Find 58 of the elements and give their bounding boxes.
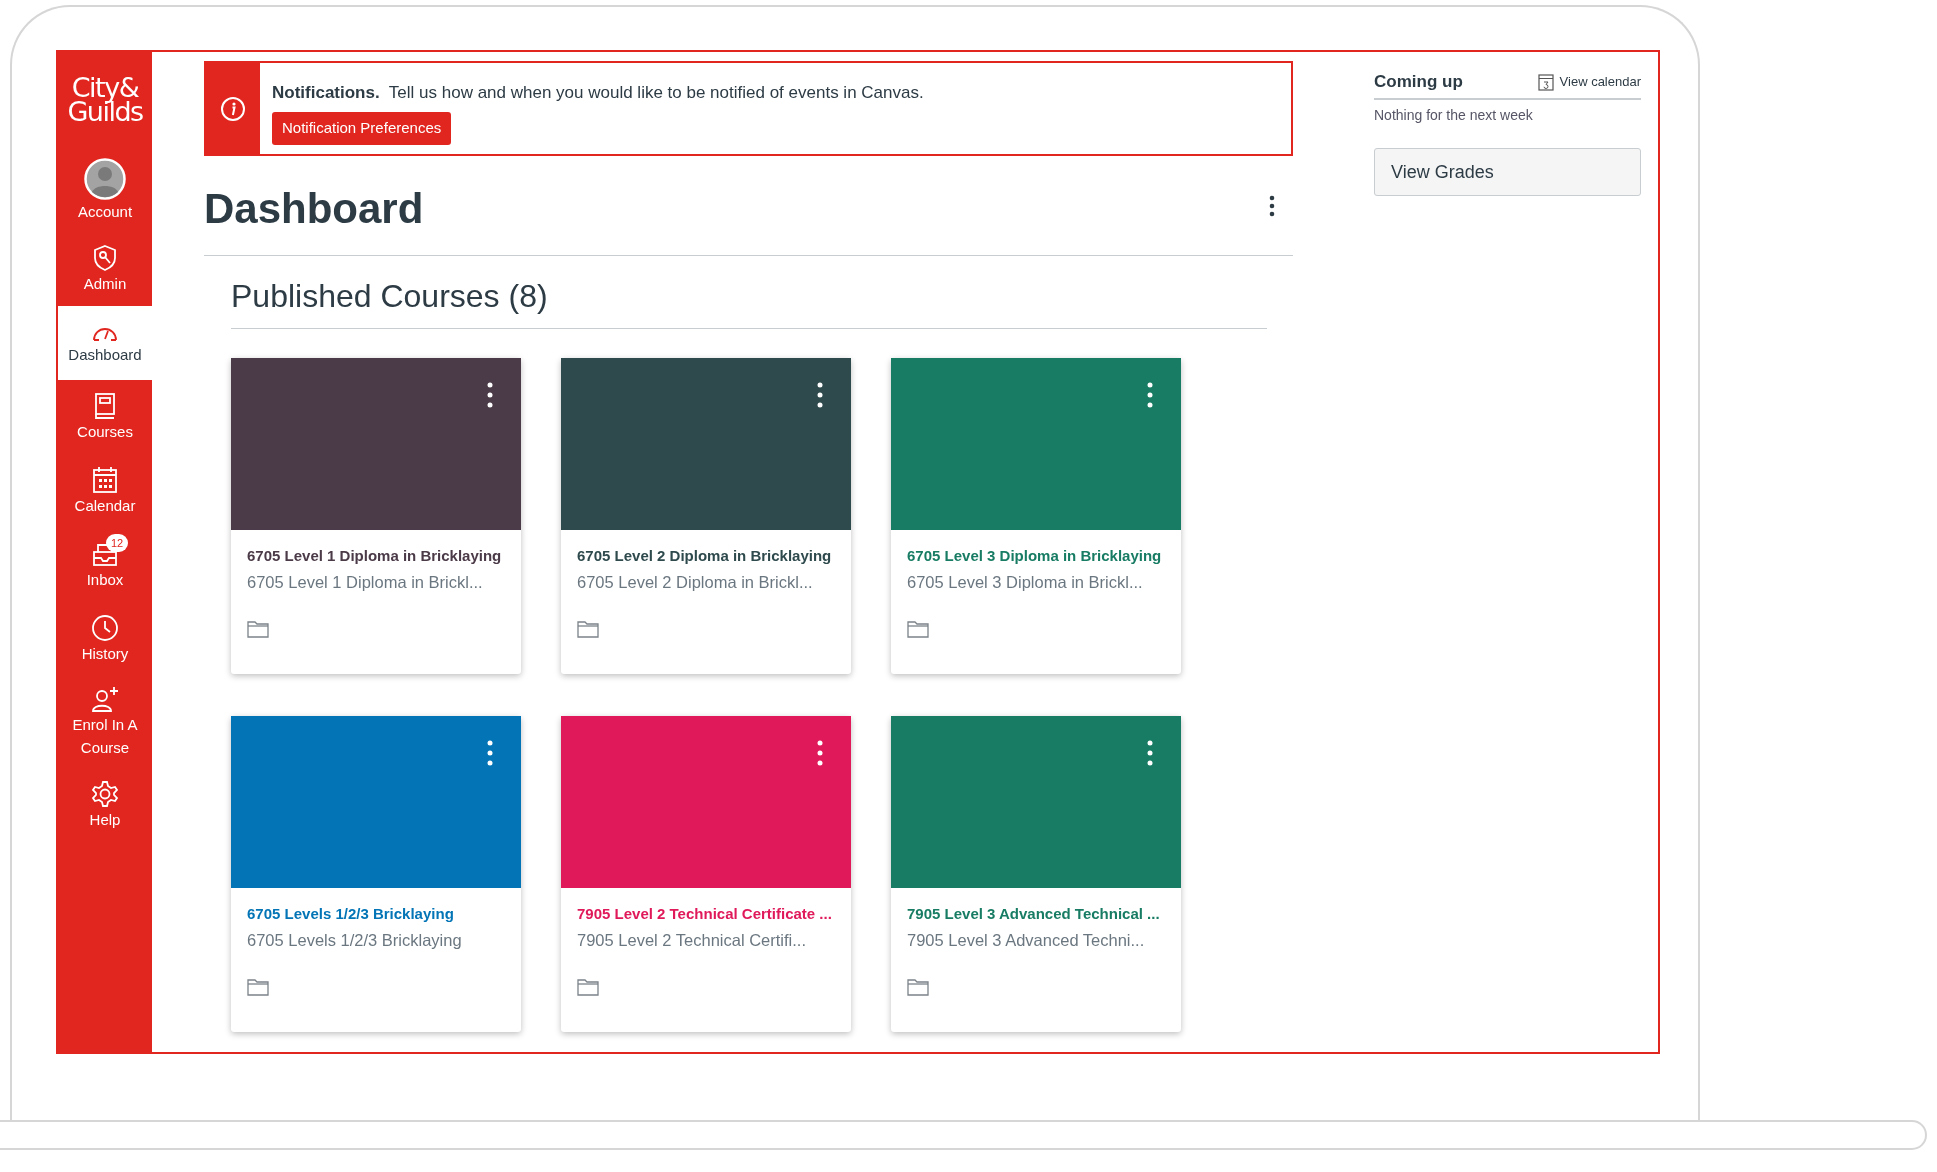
course-title-link[interactable]: 6705 Level 1 Diploma in Bricklaying xyxy=(247,544,502,568)
coming-up-title: Coming up xyxy=(1374,71,1463,94)
more-options-icon[interactable] xyxy=(487,740,493,766)
course-card[interactable]: 6705 Level 3 Diploma in Bricklaying 6705 Level 3 Diploma in Brickl... xyxy=(891,358,1181,674)
course-subtitle: 6705 Levels 1/2/3 Bricklaying xyxy=(247,930,462,951)
folder-icon[interactable] xyxy=(247,620,269,638)
folder-icon[interactable] xyxy=(247,978,269,996)
folder-icon[interactable] xyxy=(907,978,929,996)
notification-preferences-button[interactable]: Notification Preferences xyxy=(272,111,452,145)
sidebar-item[interactable]: History xyxy=(58,602,152,676)
clock-icon xyxy=(91,613,119,642)
folder-icon[interactable] xyxy=(907,620,929,638)
page-title: Dashboard xyxy=(204,184,424,234)
gear-icon xyxy=(91,779,119,808)
calendar-icon xyxy=(1537,73,1554,91)
more-options-icon[interactable] xyxy=(817,382,823,408)
avatar-icon xyxy=(84,157,126,200)
course-card[interactable]: 7905 Level 2 Technical Certificate ... 7905 Level 2 Technical Certifi... xyxy=(561,716,851,1032)
course-title-link[interactable]: 7905 Level 2 Technical Certificate ... xyxy=(577,902,832,926)
folder-icon[interactable] xyxy=(577,978,599,996)
sidebar-item[interactable]: 12 Inbox xyxy=(58,528,152,602)
course-subtitle: 6705 Level 2 Diploma in Brickl... xyxy=(577,572,813,593)
view-grades-button[interactable]: View Grades xyxy=(1374,148,1641,196)
course-subtitle: 7905 Level 3 Advanced Techni... xyxy=(907,930,1145,951)
course-title-link[interactable]: 6705 Level 2 Diploma in Bricklaying xyxy=(577,544,832,568)
logo-text: Guilds xyxy=(67,100,143,124)
notification-text: Notifications. Tell us how and when you would like to be notified of events in Canvas. xyxy=(272,82,924,104)
sidebar-item[interactable]: Help xyxy=(58,768,152,842)
sidebar-item[interactable]: Account xyxy=(58,148,152,232)
course-subtitle: 7905 Level 2 Technical Certifi... xyxy=(577,930,806,951)
sidebar-item[interactable]: Enrol In A Course xyxy=(58,676,152,768)
shield-key-icon xyxy=(92,243,118,272)
course-card[interactable]: 6705 Level 2 Diploma in Bricklaying 6705 Level 2 Diploma in Brickl... xyxy=(561,358,851,674)
course-card[interactable]: 6705 Levels 1/2/3 Bricklaying 6705 Levels 1/2/3 Bricklaying xyxy=(231,716,521,1032)
view-calendar-link[interactable]: View calendar xyxy=(1537,72,1641,92)
course-subtitle: 6705 Level 1 Diploma in Brickl... xyxy=(247,572,483,593)
unread-badge: 12 xyxy=(106,534,129,552)
calendar-icon xyxy=(92,465,118,494)
course-subtitle: 6705 Level 3 Diploma in Brickl... xyxy=(907,572,1143,593)
more-options-icon[interactable] xyxy=(1147,740,1153,766)
sidebar-item[interactable]: Dashboard xyxy=(58,306,152,380)
sidebar-item[interactable]: Admin xyxy=(58,232,152,306)
more-options-icon[interactable] xyxy=(487,382,493,408)
sidebar-item[interactable]: Calendar xyxy=(58,454,152,528)
course-card[interactable]: 6705 Level 1 Diploma in Bricklaying 6705 Level 1 Diploma in Brickl... xyxy=(231,358,521,674)
empty-message: Nothing for the next week xyxy=(1374,106,1534,125)
course-card[interactable]: 7905 Level 3 Advanced Technical ... 7905 Level 3 Advanced Techni... xyxy=(891,716,1181,1032)
info-icon xyxy=(220,95,246,122)
folder-icon[interactable] xyxy=(577,620,599,638)
course-title-link[interactable]: 6705 Levels 1/2/3 Bricklaying xyxy=(247,902,454,926)
add-user-icon xyxy=(90,685,120,713)
sidebar-item[interactable]: Courses xyxy=(58,380,152,454)
more-options-icon[interactable] xyxy=(1269,194,1275,217)
course-title-link[interactable]: 6705 Level 3 Diploma in Bricklaying xyxy=(907,544,1162,568)
book-icon xyxy=(93,391,117,420)
course-title-link[interactable]: 7905 Level 3 Advanced Technical ... xyxy=(907,902,1160,926)
section-title: Published Courses (8) xyxy=(231,277,548,316)
more-options-icon[interactable] xyxy=(1147,382,1153,408)
